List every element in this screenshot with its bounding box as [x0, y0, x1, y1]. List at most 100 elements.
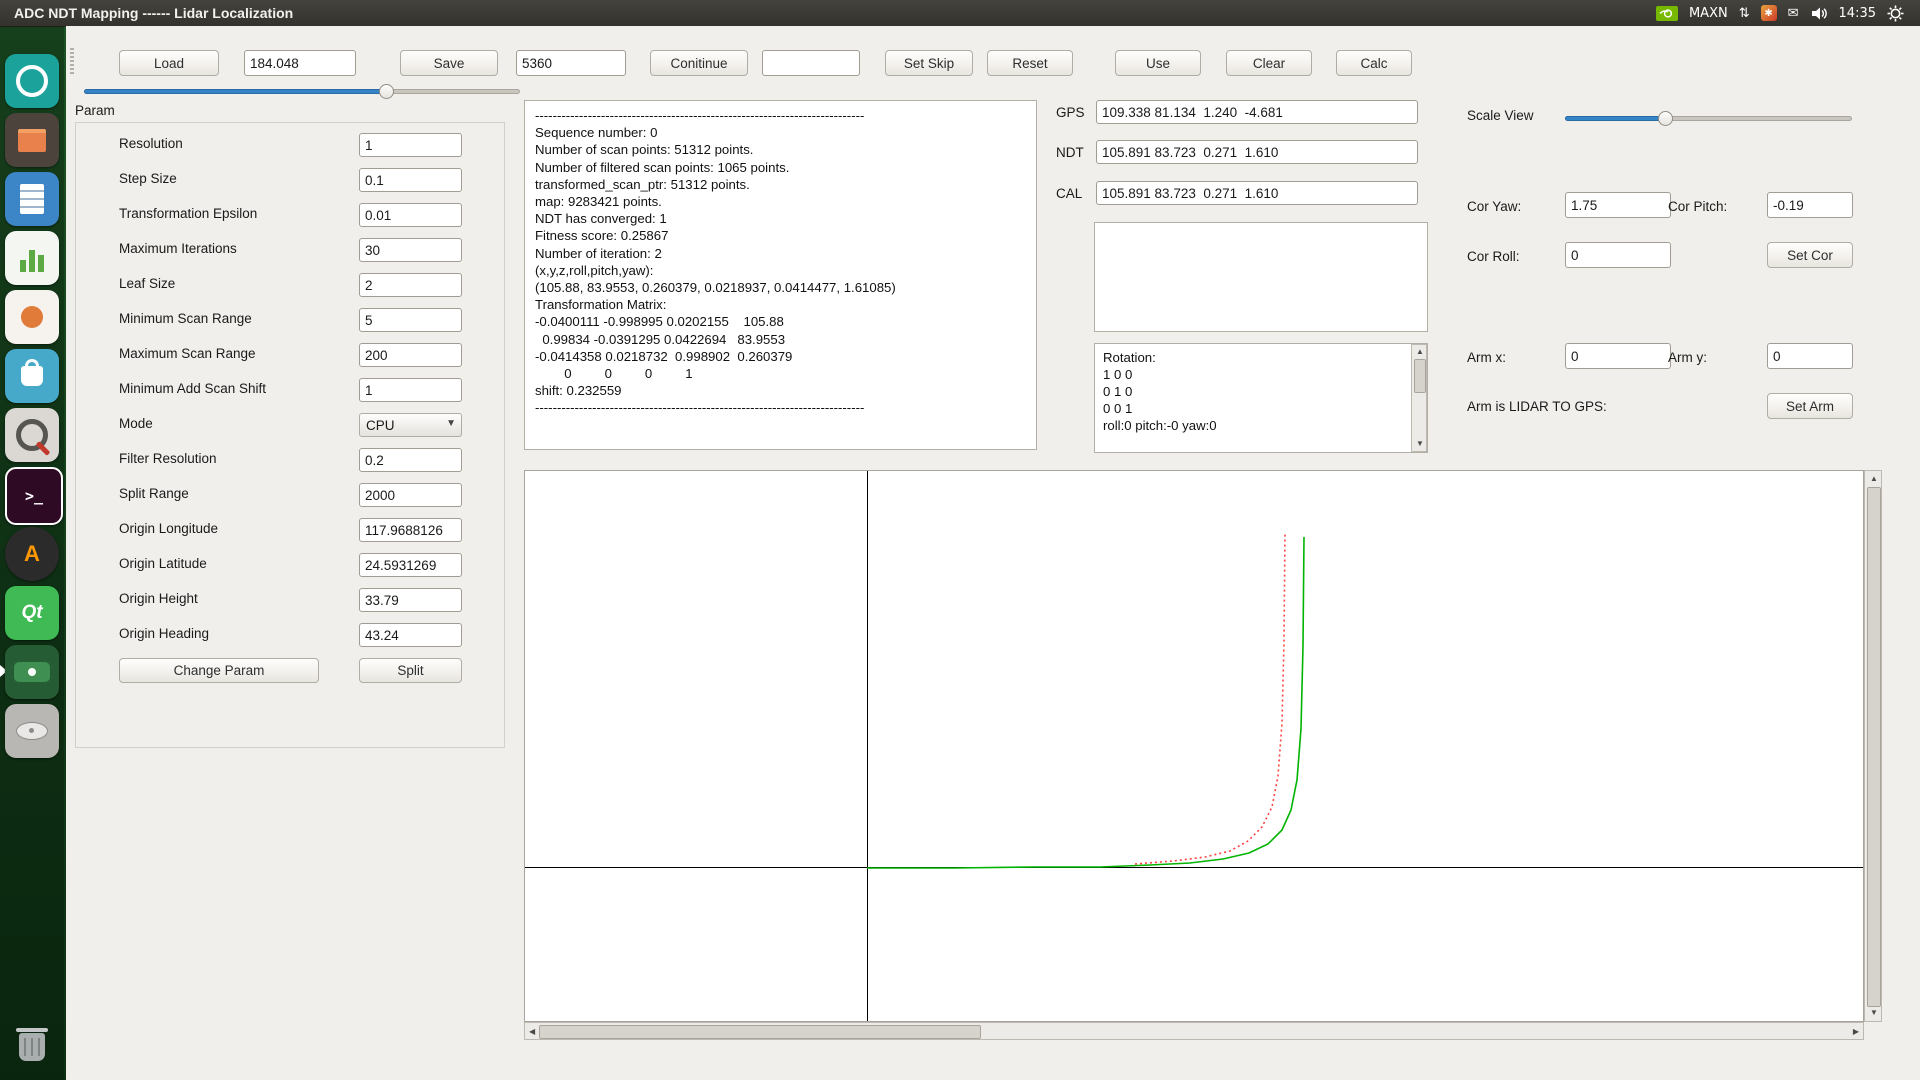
- reset-button[interactable]: Reset: [987, 50, 1073, 76]
- set-cor-button[interactable]: Set Cor: [1767, 242, 1853, 268]
- param-input-origin-latitude[interactable]: [359, 553, 462, 577]
- arm-x-input[interactable]: [1565, 343, 1671, 369]
- param-label-max-scan-range: Maximum Scan Range: [119, 346, 256, 361]
- save-button[interactable]: Save: [400, 50, 498, 76]
- arm-x-label: Arm x:: [1467, 350, 1506, 365]
- scale-view-label: Scale View: [1467, 108, 1534, 123]
- screen: ADC NDT Mapping ------ Lidar Localizatio…: [0, 0, 1920, 1080]
- keyboard-indicator-icon[interactable]: ⇅: [1739, 6, 1750, 21]
- scale-view-slider[interactable]: [1565, 110, 1852, 126]
- trash-icon[interactable]: [5, 1020, 59, 1074]
- calc-button[interactable]: Calc: [1336, 50, 1412, 76]
- sequence-slider[interactable]: [84, 83, 520, 99]
- trajectory-plot[interactable]: [524, 470, 1864, 1022]
- param-input-trans-epsilon[interactable]: [359, 203, 462, 227]
- change-param-button[interactable]: Change Param: [119, 658, 319, 683]
- arm-note-label: Arm is LIDAR TO GPS:: [1467, 399, 1607, 414]
- param-label-resolution: Resolution: [119, 136, 183, 151]
- arm-y-input[interactable]: [1767, 343, 1853, 369]
- param-input-origin-longitude[interactable]: [359, 518, 462, 542]
- param-input-step-size[interactable]: [359, 168, 462, 192]
- param-input-max-iterations[interactable]: [359, 238, 462, 262]
- scroll-down-icon[interactable]: ▼: [1870, 1009, 1878, 1017]
- session-gear-icon[interactable]: [1887, 5, 1904, 22]
- qtcreator-icon[interactable]: Qt: [5, 586, 59, 640]
- param-label-leaf-size: Leaf Size: [119, 276, 175, 291]
- window-title: ADC NDT Mapping ------ Lidar Localizatio…: [14, 0, 293, 26]
- cor-roll-input[interactable]: [1565, 242, 1671, 268]
- rotation-scrollbar[interactable]: ▲ ▼: [1411, 344, 1427, 452]
- cor-yaw-input[interactable]: [1565, 192, 1671, 218]
- disks-icon[interactable]: [5, 704, 59, 758]
- settings-icon[interactable]: [5, 408, 59, 462]
- param-label-origin-heading: Origin Heading: [119, 626, 209, 641]
- param-input-origin-heading[interactable]: [359, 623, 462, 647]
- set-arm-button[interactable]: Set Arm: [1767, 393, 1853, 419]
- scroll-right-icon[interactable]: ▶: [1853, 1028, 1859, 1036]
- arm-y-label: Arm y:: [1668, 350, 1707, 365]
- param-label-origin-latitude: Origin Latitude: [119, 556, 207, 571]
- plot-horizontal-scrollbar[interactable]: ◀ ▶: [524, 1022, 1864, 1040]
- nvidia-icon[interactable]: [1656, 6, 1678, 21]
- mapped-trajectory-green: [867, 537, 1304, 868]
- software-center-icon[interactable]: [5, 349, 59, 403]
- arduino-icon[interactable]: A: [5, 527, 59, 581]
- scroll-up-icon[interactable]: ▲: [1416, 348, 1424, 356]
- load-button[interactable]: Load: [119, 50, 219, 76]
- param-input-resolution[interactable]: [359, 133, 462, 157]
- calc-icon[interactable]: [5, 231, 59, 285]
- set-skip-button[interactable]: Set Skip: [885, 50, 973, 76]
- cal-value-field[interactable]: [1096, 181, 1418, 205]
- top-panel: ADC NDT Mapping ------ Lidar Localizatio…: [0, 0, 1920, 27]
- gps-value-field[interactable]: [1096, 100, 1418, 124]
- plot-vertical-scrollbar[interactable]: ▲ ▼: [1864, 470, 1882, 1022]
- clock: 14:35: [1839, 6, 1876, 21]
- param-label-trans-epsilon: Transformation Epsilon: [119, 206, 257, 221]
- param-label-origin-height: Origin Height: [119, 591, 198, 606]
- use-button[interactable]: Use: [1115, 50, 1201, 76]
- dash-home-icon[interactable]: [5, 54, 59, 108]
- chevron-down-icon: ▼: [446, 418, 456, 429]
- split-button[interactable]: Split: [359, 658, 462, 683]
- gpu-mode-label: MAXN: [1689, 6, 1728, 21]
- cor-pitch-label: Cor Pitch:: [1668, 199, 1727, 214]
- skip-value-input[interactable]: [762, 50, 860, 76]
- lidar-app-icon[interactable]: [5, 645, 59, 699]
- clear-button[interactable]: Clear: [1226, 50, 1312, 76]
- save-value-input[interactable]: [516, 50, 626, 76]
- cor-pitch-input[interactable]: [1767, 192, 1853, 218]
- rotation-box: Rotation: 1 0 0 0 1 0 0 0 1 roll:0 pitch…: [1094, 343, 1428, 453]
- param-label-min-add-scan-shift: Minimum Add Scan Shift: [119, 381, 266, 396]
- param-input-min-scan-range[interactable]: [359, 308, 462, 332]
- ndt-value-field[interactable]: [1096, 140, 1418, 164]
- mail-icon[interactable]: ✉: [1788, 6, 1799, 21]
- terminal-icon[interactable]: >_: [5, 467, 63, 525]
- cal-label: CAL: [1056, 186, 1082, 201]
- mode-dropdown-value: CPU: [366, 418, 395, 433]
- load-value-input[interactable]: [244, 50, 356, 76]
- param-input-min-add-scan-shift[interactable]: [359, 378, 462, 402]
- param-label-max-iterations: Maximum Iterations: [119, 241, 237, 256]
- param-input-max-scan-range[interactable]: [359, 343, 462, 367]
- ndt-log-text: ----------------------------------------…: [535, 107, 1026, 417]
- param-input-split-range[interactable]: [359, 483, 462, 507]
- scale-view-slider-handle[interactable]: [1658, 111, 1673, 126]
- launcher-dock: >_ A Qt: [0, 26, 64, 1080]
- volume-icon[interactable]: [1810, 6, 1828, 21]
- continue-button[interactable]: Conitinue: [650, 50, 748, 76]
- files-icon[interactable]: [5, 113, 59, 167]
- toolbar-drag-handle[interactable]: [70, 48, 74, 76]
- cor-roll-label: Cor Roll:: [1467, 249, 1520, 264]
- param-input-leaf-size[interactable]: [359, 273, 462, 297]
- cor-yaw-label: Cor Yaw:: [1467, 199, 1521, 214]
- param-input-origin-height[interactable]: [359, 588, 462, 612]
- sequence-slider-handle[interactable]: [379, 84, 394, 99]
- scroll-down-icon[interactable]: ▼: [1416, 440, 1424, 448]
- text-editor-icon[interactable]: [5, 172, 59, 226]
- scroll-left-icon[interactable]: ◀: [529, 1028, 535, 1036]
- input-method-icon[interactable]: ✱: [1761, 5, 1777, 21]
- impress-icon[interactable]: [5, 290, 59, 344]
- param-input-filter-resolution[interactable]: [359, 448, 462, 472]
- scroll-up-icon[interactable]: ▲: [1870, 475, 1878, 483]
- mode-dropdown[interactable]: CPU ▼: [359, 413, 462, 437]
